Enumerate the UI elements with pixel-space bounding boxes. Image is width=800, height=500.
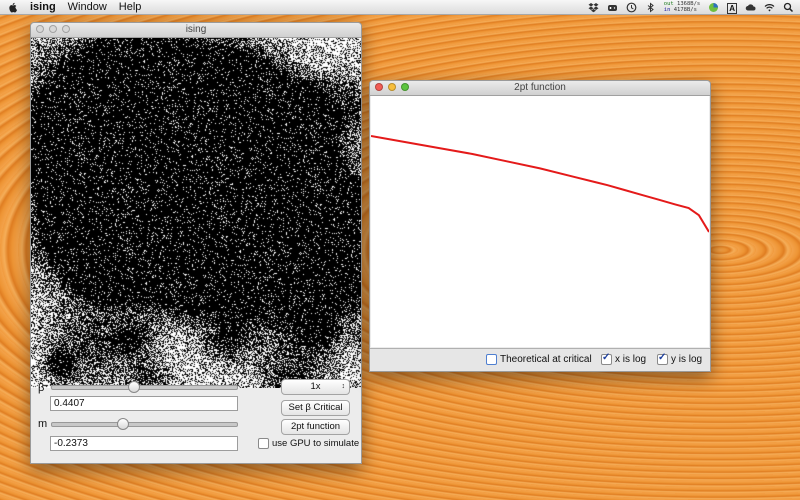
m-slider-knob[interactable] [117, 418, 130, 430]
minimize-button[interactable] [388, 83, 396, 91]
xlog-checkbox-row[interactable]: x is log [601, 352, 647, 365]
wifi-icon[interactable] [764, 2, 775, 13]
input-source-icon[interactable]: A [727, 2, 737, 14]
set-beta-critical-button[interactable]: Set β Critical [281, 400, 350, 416]
twopt-window: 2pt function Theoretical at critical x i… [369, 80, 711, 372]
apple-menu-icon[interactable] [8, 2, 18, 13]
ising-titlebar[interactable]: ising [31, 23, 361, 38]
m-label: m [38, 418, 48, 430]
menu-bar: ising Window Help out 1368B/s in 4178B/s… [0, 0, 800, 15]
menu-extras: out 1368B/s in 4178B/s A [588, 0, 794, 14]
m-slider[interactable] [51, 418, 238, 430]
beta-value-field[interactable]: 0.4407 [50, 396, 238, 411]
time-machine-icon[interactable] [626, 2, 637, 13]
twopt-options-bar: Theoretical at critical x is log y is lo… [370, 348, 710, 371]
speed-popup[interactable]: 1x ↕ [281, 379, 350, 395]
zoom-button[interactable] [401, 83, 409, 91]
beta-slider-knob[interactable] [128, 381, 141, 393]
network-monitor: out 1368B/s in 4178B/s [663, 1, 701, 13]
close-button[interactable] [36, 25, 44, 33]
xlog-label: x is log [615, 354, 647, 365]
series-line-0 [371, 135, 709, 233]
theoretical-checkbox-row[interactable]: Theoretical at critical [486, 354, 592, 365]
close-button[interactable] [375, 83, 383, 91]
xlog-checkbox[interactable] [601, 352, 612, 365]
theoretical-checkbox[interactable] [486, 354, 497, 365]
dropbox-icon[interactable] [588, 2, 599, 13]
ylog-checkbox-row[interactable]: y is log [657, 352, 703, 365]
activity-pie-icon[interactable] [708, 2, 719, 13]
gpu-checkbox[interactable] [258, 438, 269, 449]
twopt-function-button[interactable]: 2pt function [281, 419, 350, 435]
gpu-checkbox-label: use GPU to simulate [272, 438, 360, 449]
beta-label: β [38, 382, 45, 394]
ising-window: ising β 0.4407 1x ↕ Set β Critical m 2pt… [30, 22, 362, 464]
ising-lattice-view [31, 38, 361, 388]
twopt-plot [371, 96, 709, 347]
menu-help[interactable]: Help [119, 1, 142, 13]
window-title: 2pt function [514, 82, 566, 93]
gpu-checkbox-row[interactable]: use GPU to simulate [258, 438, 359, 449]
window-title: ising [185, 24, 207, 35]
ylog-checkbox[interactable] [657, 352, 668, 365]
speed-popup-value: 1x [310, 381, 321, 392]
zoom-button[interactable] [62, 25, 70, 33]
ylog-label: y is log [671, 354, 703, 365]
m-value-field[interactable]: -0.2373 [50, 436, 238, 451]
cloud-sync-icon[interactable] [745, 2, 756, 13]
game-controller-icon[interactable] [607, 2, 618, 13]
beta-slider[interactable] [51, 381, 238, 393]
spotlight-search-icon[interactable] [783, 2, 794, 13]
theoretical-label: Theoretical at critical [500, 354, 592, 365]
bluetooth-icon[interactable] [645, 1, 656, 13]
popup-arrows-icon: ↕ [341, 383, 346, 390]
net-in-rate: 4178B/s [673, 7, 697, 13]
menu-window[interactable]: Window [68, 1, 107, 13]
twopt-titlebar[interactable]: 2pt function [370, 81, 710, 96]
minimize-button[interactable] [49, 25, 57, 33]
app-menu[interactable]: ising [30, 1, 56, 13]
